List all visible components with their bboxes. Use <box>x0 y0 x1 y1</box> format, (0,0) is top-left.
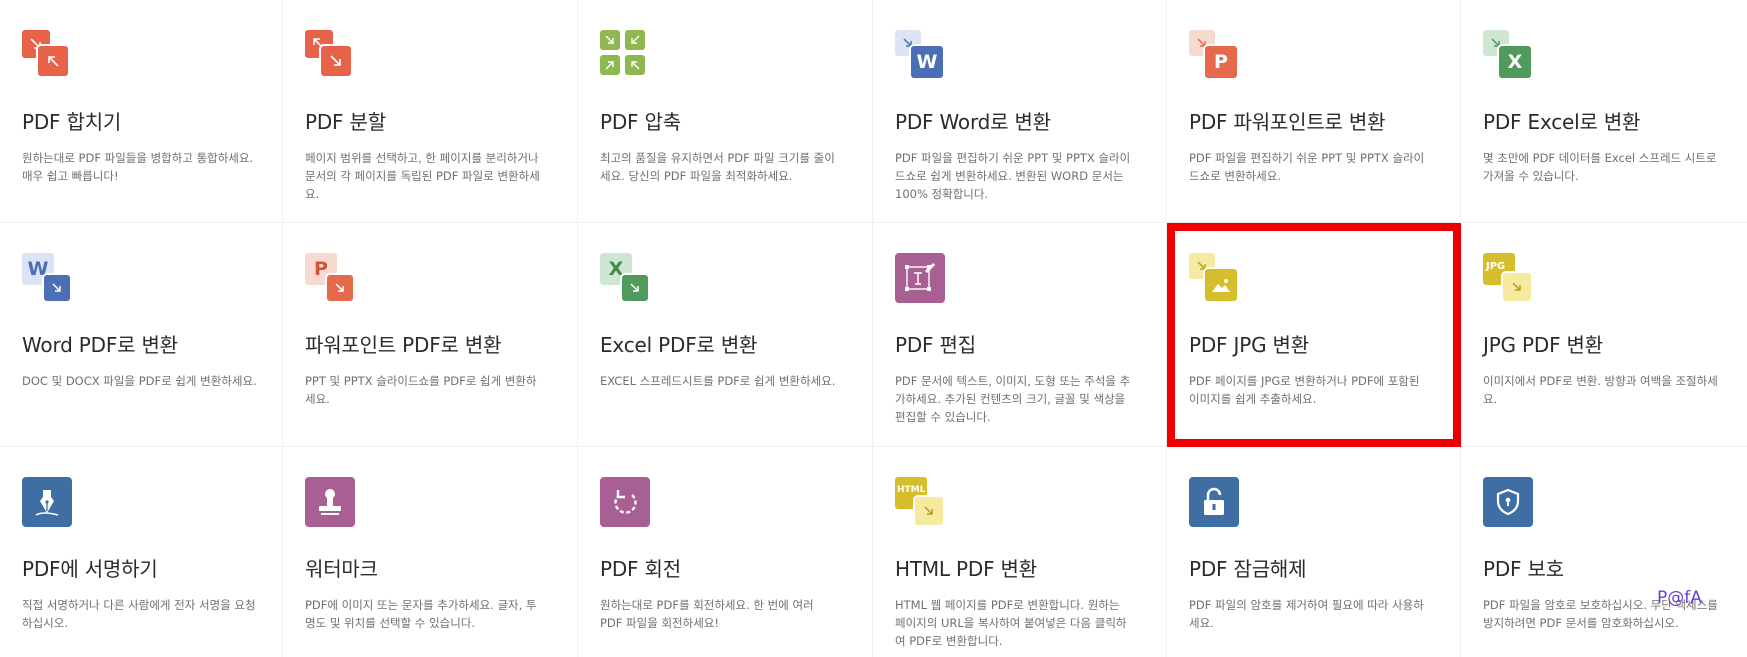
tool-description: EXCEL 스프레드시트를 PDF로 쉽게 변환하세요. <box>600 374 836 388</box>
tool-word-to-pdf[interactable]: W Word PDF로 변환 DOC 및 DOCX 파일을 PDF로 쉽게 변환… <box>0 223 283 447</box>
compress-icon <box>600 30 652 82</box>
tool-description: 원하는대로 PDF 파일들을 병합하고 통합하세요. 매우 쉽고 빠릅니다! <box>22 151 254 183</box>
excel-to-pdf-icon: X <box>600 253 652 305</box>
tool-rotate-pdf[interactable]: PDF 회전 원하는대로 PDF를 회전하세요. 한 번에 여러 PDF 파일을… <box>578 447 873 657</box>
tool-title: PDF Excel로 변환 <box>1483 110 1641 134</box>
tool-description: 원하는대로 PDF를 회전하세요. 한 번에 여러 PDF 파일을 회전하세요! <box>600 598 814 630</box>
excel-letter: X <box>1507 51 1523 73</box>
tool-description: 최고의 품질을 유지하면서 PDF 파일 크기를 줄이세요. 당신의 PDF 파… <box>600 151 835 183</box>
tool-pdf-to-excel[interactable]: X PDF Excel로 변환 몇 초만에 PDF 데이터를 Excel 스프레… <box>1461 0 1747 223</box>
pdf-to-excel-icon: X <box>1483 30 1535 82</box>
html-tag: HTML <box>897 485 926 495</box>
tool-merge-pdf[interactable]: PDF 합치기 원하는대로 PDF 파일들을 병합하고 통합하세요. 매우 쉽고… <box>0 0 283 223</box>
tool-pdf-to-powerpoint[interactable]: P PDF 파워포인트로 변환 PDF 파일을 편집하기 쉬운 PPT 및 PP… <box>1167 0 1461 223</box>
watermark-text: P@fA <box>1657 588 1702 608</box>
tools-grid: PDF 합치기 원하는대로 PDF 파일들을 병합하고 통합하세요. 매우 쉽고… <box>0 0 1747 657</box>
tool-title: PDF 파워포인트로 변환 <box>1189 110 1386 134</box>
tool-description: HTML 웹 페이지를 PDF로 변환합니다. 원하는 페이지의 URL을 복사… <box>895 598 1127 648</box>
tool-title: Word PDF로 변환 <box>22 333 178 357</box>
tool-pdf-to-word[interactable]: W PDF Word로 변환 PDF 파일을 편집하기 쉬운 PPT 및 PPT… <box>873 0 1167 223</box>
tool-title: HTML PDF 변환 <box>895 557 1037 581</box>
pdf-to-jpg-icon <box>1189 253 1241 305</box>
tool-split-pdf[interactable]: PDF 분할 페이지 범위를 선택하고, 한 페이지를 분리하거나 문서의 각 … <box>283 0 578 223</box>
unlock-icon <box>1189 477 1241 529</box>
tool-title: PDF 합치기 <box>22 110 122 134</box>
html-to-pdf-icon: HTML <box>895 477 947 529</box>
tool-excel-to-pdf[interactable]: X Excel PDF로 변환 EXCEL 스프레드시트를 PDF로 쉽게 변환… <box>578 223 873 447</box>
tool-sign-pdf[interactable]: PDF에 서명하기 직접 서명하거나 다른 사람에게 전자 서명을 요청하십시오… <box>0 447 283 657</box>
tool-description: PPT 및 PPTX 슬라이드쇼를 PDF로 쉽게 변환하세요. <box>305 374 537 406</box>
stamp-icon <box>305 477 357 529</box>
shield-icon <box>1483 477 1535 529</box>
pdf-to-ppt-icon: P <box>1189 30 1241 82</box>
tool-unlock-pdf[interactable]: PDF 잠금해제 PDF 파일의 암호를 제거하여 필요에 따라 사용하세요. <box>1167 447 1461 657</box>
tool-title: PDF에 서명하기 <box>22 557 158 581</box>
pdf-to-word-icon: W <box>895 30 947 82</box>
tool-compress-pdf[interactable]: PDF 압축 최고의 품질을 유지하면서 PDF 파일 크기를 줄이세요. 당신… <box>578 0 873 223</box>
edit-icon <box>895 253 947 305</box>
merge-icon <box>22 30 74 82</box>
tool-description: DOC 및 DOCX 파일을 PDF로 쉽게 변환하세요. <box>22 374 257 388</box>
tool-title: PDF 압축 <box>600 110 681 134</box>
ppt-letter: P <box>1214 51 1228 73</box>
tool-title: 워터마크 <box>305 557 378 581</box>
rotate-icon <box>600 477 652 529</box>
tool-protect-pdf[interactable]: PDF 보호 PDF 파일을 암호로 보호하십시오. 무단 액세스를 방지하려면… <box>1461 447 1747 657</box>
tool-description: 페이지 범위를 선택하고, 한 페이지를 분리하거나 문서의 각 페이지를 독립… <box>305 151 540 201</box>
tool-description: PDF 파일을 편집하기 쉬운 PPT 및 PPTX 슬라이드쇼로 변환하세요. <box>1189 151 1425 183</box>
ppt-letter: P <box>314 258 328 280</box>
tool-watermark[interactable]: 워터마크 PDF에 이미지 또는 문자를 추가하세요. 글자, 투명도 및 위치… <box>283 447 578 657</box>
tool-description: PDF에 이미지 또는 문자를 추가하세요. 글자, 투명도 및 위치를 선택할… <box>305 598 537 630</box>
tool-description: PDF 문서에 텍스트, 이미지, 도형 또는 주석을 추가하세요. 추가된 컨… <box>895 374 1131 424</box>
tool-edit-pdf[interactable]: PDF 편집 PDF 문서에 텍스트, 이미지, 도형 또는 주석을 추가하세요… <box>873 223 1167 447</box>
tool-title: PDF JPG 변환 <box>1189 333 1309 357</box>
tool-title: JPG PDF 변환 <box>1483 333 1603 357</box>
tool-title: PDF Word로 변환 <box>895 110 1051 134</box>
split-icon <box>305 30 357 82</box>
jpg-to-pdf-icon: JPG <box>1483 253 1535 305</box>
tool-description: PDF 페이지를 JPG로 변환하거나 PDF에 포함된 이미지를 쉽게 추출하… <box>1189 374 1420 406</box>
tool-title: Excel PDF로 변환 <box>600 333 758 357</box>
tool-description: 몇 초만에 PDF 데이터를 Excel 스프레드 시트로 가져올 수 있습니다… <box>1483 151 1717 183</box>
tool-pdf-to-jpg[interactable]: PDF JPG 변환 PDF 페이지를 JPG로 변환하거나 PDF에 포함된 … <box>1167 223 1461 447</box>
word-letter: W <box>916 51 938 73</box>
tool-description: 직접 서명하거나 다른 사람에게 전자 서명을 요청하십시오. <box>22 598 256 630</box>
tool-powerpoint-to-pdf[interactable]: P 파워포인트 PDF로 변환 PPT 및 PPTX 슬라이드쇼를 PDF로 쉽… <box>283 223 578 447</box>
tool-title: PDF 보호 <box>1483 557 1564 581</box>
tool-title: PDF 잠금해제 <box>1189 557 1307 581</box>
tool-html-to-pdf[interactable]: HTML HTML PDF 변환 HTML 웹 페이지를 PDF로 변환합니다.… <box>873 447 1167 657</box>
tool-description: PDF 파일을 편집하기 쉬운 PPT 및 PPTX 슬라이드쇼로 쉽게 변환하… <box>895 151 1131 201</box>
ppt-to-pdf-icon: P <box>305 253 357 305</box>
word-to-pdf-icon: W <box>22 253 74 305</box>
tool-title: PDF 편집 <box>895 333 976 357</box>
jpg-tag: JPG <box>1486 261 1506 272</box>
tool-description: PDF 파일의 암호를 제거하여 필요에 따라 사용하세요. <box>1189 598 1424 630</box>
pen-icon <box>22 477 74 529</box>
tool-jpg-to-pdf[interactable]: JPG JPG PDF 변환 이미지에서 PDF로 변환. 방향과 여백을 조절… <box>1461 223 1747 447</box>
tool-title: PDF 회전 <box>600 557 681 581</box>
tool-title: 파워포인트 PDF로 변환 <box>305 333 502 357</box>
tool-title: PDF 분할 <box>305 110 386 134</box>
tool-description: 이미지에서 PDF로 변환. 방향과 여백을 조절하세요. <box>1483 374 1718 406</box>
